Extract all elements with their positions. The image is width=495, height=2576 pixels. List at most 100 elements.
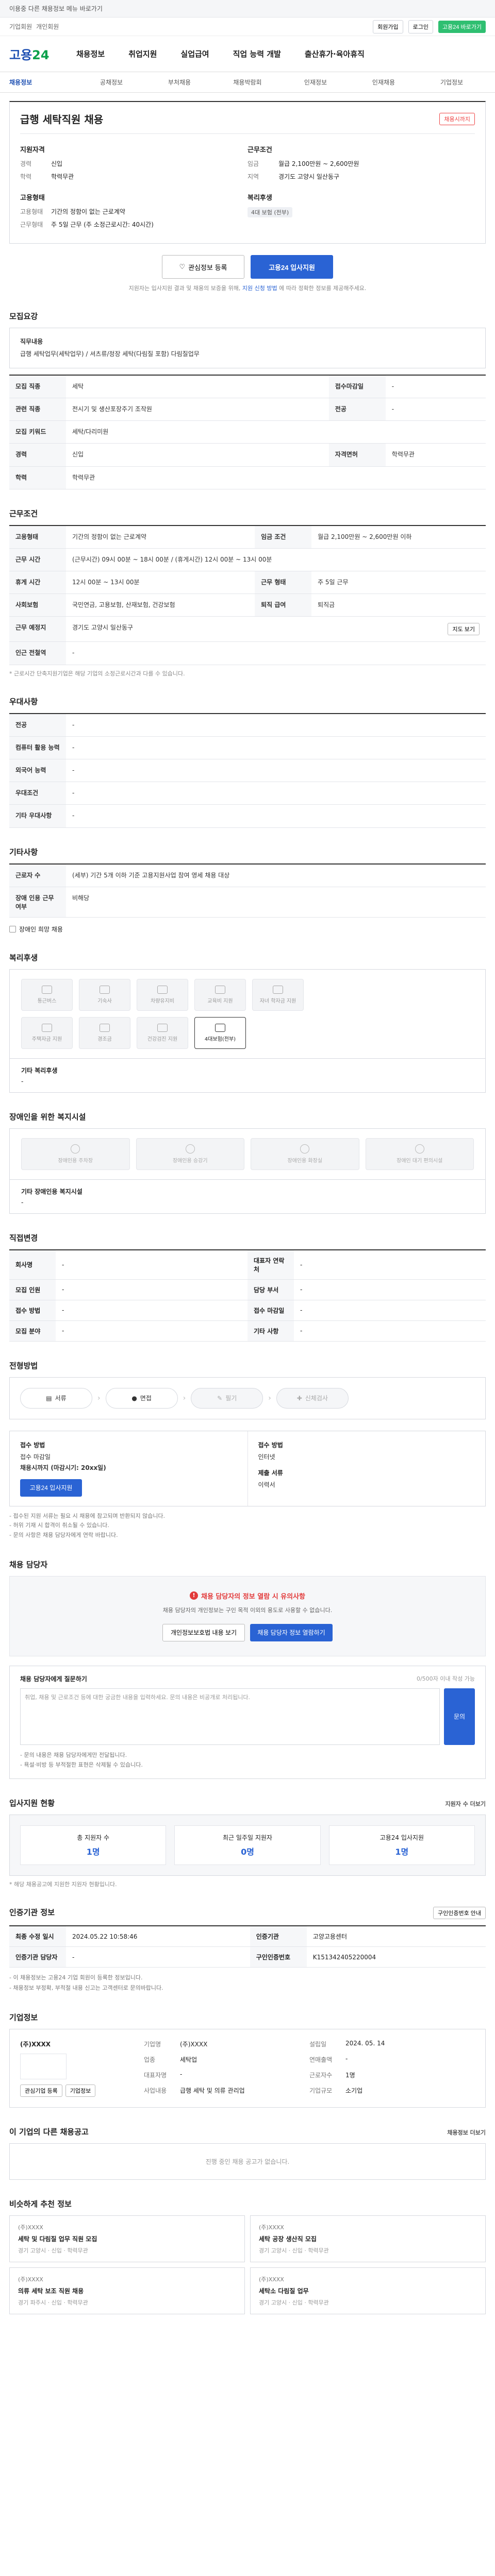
docs-key: 제출 서류 bbox=[258, 1469, 283, 1477]
stat-card: 최근 일주일 지원자 0명 bbox=[174, 1825, 321, 1866]
welfare-etc: 기타 복리후생 - bbox=[9, 1058, 486, 1093]
kv-value: 기간의 정함이 없는 근로계약 bbox=[51, 208, 125, 215]
signup-button[interactable]: 회원가입 bbox=[373, 20, 403, 33]
apply-method-link[interactable]: 지원 신청 방법 bbox=[242, 285, 277, 292]
section-title-process: 전형방법 bbox=[9, 1361, 38, 1370]
td: - bbox=[56, 1300, 248, 1321]
subnav-item[interactable]: 기업정보 bbox=[418, 78, 486, 87]
company-info-button[interactable]: 기업정보 bbox=[65, 2084, 96, 2097]
disabled-hire-check[interactable]: 장애인 희망 채용 bbox=[9, 925, 486, 934]
inquiry-textarea[interactable]: 취업, 채용 및 근로조건 등에 대한 궁금한 내용을 입력하세요. 문의 내용… bbox=[20, 1688, 440, 1745]
td: (세부) 기간 5개 이하 기준 고용지원사업 참여 영세 채용 대상 bbox=[66, 863, 486, 887]
contact-desc: 채용 담당자의 개인정보는 구인 목적 이외의 용도로 사용할 수 없습니다. bbox=[162, 1606, 333, 1614]
disability-grid: 장애인용 주차장 장애인용 승강기 장애인용 화장실 장애인 대기 편의시설 bbox=[9, 1128, 486, 1180]
th: 인증기관 bbox=[250, 1926, 307, 1947]
welfare-item-bus: 통근버스 bbox=[21, 978, 73, 1011]
map-button[interactable]: 지도 보기 bbox=[448, 623, 480, 636]
welfare-label: 건강검진 지원 bbox=[147, 1036, 178, 1042]
other-empty: 진행 중인 채용 공고가 없습니다. bbox=[9, 2143, 486, 2180]
co-val: 소기업 bbox=[345, 2087, 363, 2095]
disability-label: 장애인용 주차장 bbox=[58, 1158, 93, 1164]
disability-item: 장애인용 승강기 bbox=[136, 1138, 244, 1170]
th: 임금 조건 bbox=[255, 525, 312, 549]
status-grid: 총 지원자 수 1명 최근 일주일 지원자 0명 고용24 입사지원 1명 bbox=[9, 1815, 486, 1876]
nav-parental-leave[interactable]: 출산휴가·육아휴직 bbox=[305, 48, 365, 59]
inquiry-submit-button[interactable]: 문의 bbox=[444, 1688, 475, 1745]
subnav-item[interactable]: 채용정보 bbox=[9, 78, 77, 87]
td: - bbox=[294, 1279, 486, 1300]
note-line: - 욕설·비방 등 부적절한 표현은 삭제될 수 있습니다. bbox=[20, 1761, 143, 1769]
login-button[interactable]: 로그인 bbox=[408, 20, 433, 33]
cert-info-button[interactable]: 구인인증번호 안내 bbox=[433, 1907, 486, 1920]
apply-button[interactable]: 고용24 입사지원 bbox=[251, 255, 333, 279]
th: 모집 직종 bbox=[9, 375, 66, 398]
welfare-item-health: 건강검진 지원 bbox=[137, 1016, 188, 1049]
th: 인증기관 담당자 bbox=[9, 1946, 66, 1968]
person-icon: ● bbox=[131, 1394, 137, 1402]
nav-unemployment[interactable]: 실업급여 bbox=[180, 48, 209, 59]
td: - bbox=[66, 713, 486, 737]
apply-note-a: 지원자는 입사지원 결과 및 채용의 보증을 위해, bbox=[128, 285, 241, 292]
disability-etc-value: - bbox=[21, 1198, 24, 1206]
section-title-source: 인증기관 정보 bbox=[9, 1908, 55, 1918]
top-notice[interactable]: 이용중 다른 채용정보 메뉴 바로가기 bbox=[9, 4, 103, 13]
company-box: (주)XXXX 관심기업 등록 기업정보 기업명 (주)XXXX 설립일 2024.… bbox=[9, 2028, 486, 2108]
th: 전공 bbox=[9, 713, 66, 737]
goto-work24-button[interactable]: 고용24 바로가기 bbox=[438, 20, 486, 33]
td: - bbox=[56, 1249, 248, 1280]
global-utility-bar: 기업회원 개인회원 회원가입 로그인 고용24 바로가기 bbox=[0, 18, 495, 36]
bus-icon bbox=[42, 985, 52, 994]
subnav-item[interactable]: 공채정보 bbox=[77, 78, 145, 87]
co-val: (주)XXXX bbox=[180, 2040, 208, 2048]
td: - bbox=[294, 1320, 486, 1342]
nav-jobs[interactable]: 채용정보 bbox=[76, 48, 105, 59]
job-description-box: 직무내용 급행 세탁업무(세탁업무) / 셔츠류/정장 세탁(다림질 포함) 다… bbox=[9, 328, 486, 368]
save-interest-button[interactable]: ♡ 관심정보 등록 bbox=[162, 255, 244, 279]
alert-icon: ! bbox=[189, 1591, 198, 1600]
member-type-corp[interactable]: 기업회원 bbox=[9, 22, 32, 31]
co-val: 급행 세탁 및 의류 관리업 bbox=[180, 2087, 245, 2095]
document-icon: ▤ bbox=[46, 1394, 52, 1402]
co-val: 1명 bbox=[345, 2072, 355, 2079]
stat-label: 총 지원자 수 bbox=[77, 1834, 110, 1842]
member-type-person[interactable]: 개인회원 bbox=[36, 22, 59, 31]
subnav-item[interactable]: 인재정보 bbox=[282, 78, 350, 87]
rec-card[interactable]: (주)XXXX 세탁 공장 생산직 모집 경기 고양시 · 신입 · 학력무관 bbox=[250, 2215, 486, 2262]
conditions-table: 고용형태 기간의 정함이 없는 근로계약 임금 조건 월급 2,100만원 ~ 2,6… bbox=[9, 524, 486, 665]
nav-employment-support[interactable]: 취업지원 bbox=[128, 48, 157, 59]
td: 기간의 정함이 없는 근로계약 bbox=[66, 525, 255, 549]
nav-vocational[interactable]: 직업 능력 개발 bbox=[233, 48, 281, 59]
conditions-note: * 근로시간 단축지원기업은 해당 기업의 소정근로시간과 다를 수 있습니다. bbox=[9, 670, 185, 677]
apply-button-2[interactable]: 고용24 입사지원 bbox=[20, 1479, 82, 1497]
subnav-item[interactable]: 채용박람회 bbox=[213, 78, 282, 87]
subnav-item[interactable]: 부처채용 bbox=[145, 78, 213, 87]
company-logo bbox=[20, 2053, 67, 2079]
interest-company-button[interactable]: 관심기업 등록 bbox=[20, 2084, 62, 2097]
th: 외국어 능력 bbox=[9, 759, 66, 783]
th: 구인인증번호 bbox=[250, 1946, 307, 1968]
other-more-link[interactable]: 채용정보 더보기 bbox=[447, 2128, 486, 2137]
disability-label: 장애인 대기 편의시설 bbox=[397, 1158, 443, 1164]
td: K151342405220004 bbox=[306, 1946, 486, 1968]
note-line: - 문의 사항은 채용 담당자에게 연락 바랍니다. bbox=[9, 1532, 118, 1539]
section-title-other: 이 기업의 다른 채용공고 bbox=[9, 2127, 89, 2137]
apply-info: 접수 방법 접수 마감일 채용시까지 (마감시기: 20xx일) 고용24 입사… bbox=[9, 1430, 486, 1506]
kv-value: 학력무관 bbox=[51, 173, 74, 180]
privacy-law-button[interactable]: 개인정보보호법 내용 보기 bbox=[162, 1623, 245, 1641]
co-val: 2024. 05. 14 bbox=[345, 2039, 385, 2047]
site-logo[interactable]: 고용24 bbox=[9, 45, 66, 63]
inquiry-box: 채용 담당자에게 질문하기 0/500자 이내 작성 가능 취업, 채용 및 근로… bbox=[9, 1665, 486, 1780]
status-head: 입사지원 현황 지원자 수 더보기 bbox=[9, 1798, 486, 1808]
rec-title: 세탁 및 다림질 업무 직원 모집 bbox=[18, 2235, 97, 2243]
subnav-item[interactable]: 인재채용 bbox=[350, 78, 418, 87]
checkbox-icon bbox=[9, 925, 16, 933]
section-title-contact: 채용 담당자 bbox=[9, 1560, 48, 1569]
td: - bbox=[66, 1946, 250, 1968]
rec-card[interactable]: (주)XXXX 세탁 및 다림질 업무 직원 모집 경기 고양시 · 신입 · 학력… bbox=[9, 2215, 245, 2262]
rec-card[interactable]: (주)XXXX 의류 세탁 보조 직원 채용 경기 파주시 · 신입 · 학력무관 bbox=[9, 2267, 245, 2314]
welfare-item-child-edu: 자녀 학자금 지원 bbox=[252, 978, 304, 1011]
view-contact-button[interactable]: 채용 담당자 정보 열람하기 bbox=[250, 1623, 333, 1641]
rec-card[interactable]: (주)XXXX 세탁소 다림질 업무 경기 고양시 · 신입 · 학력무관 bbox=[250, 2267, 486, 2314]
th: 전공 bbox=[328, 398, 386, 421]
status-more-link[interactable]: 지원자 수 더보기 bbox=[446, 1800, 486, 1808]
